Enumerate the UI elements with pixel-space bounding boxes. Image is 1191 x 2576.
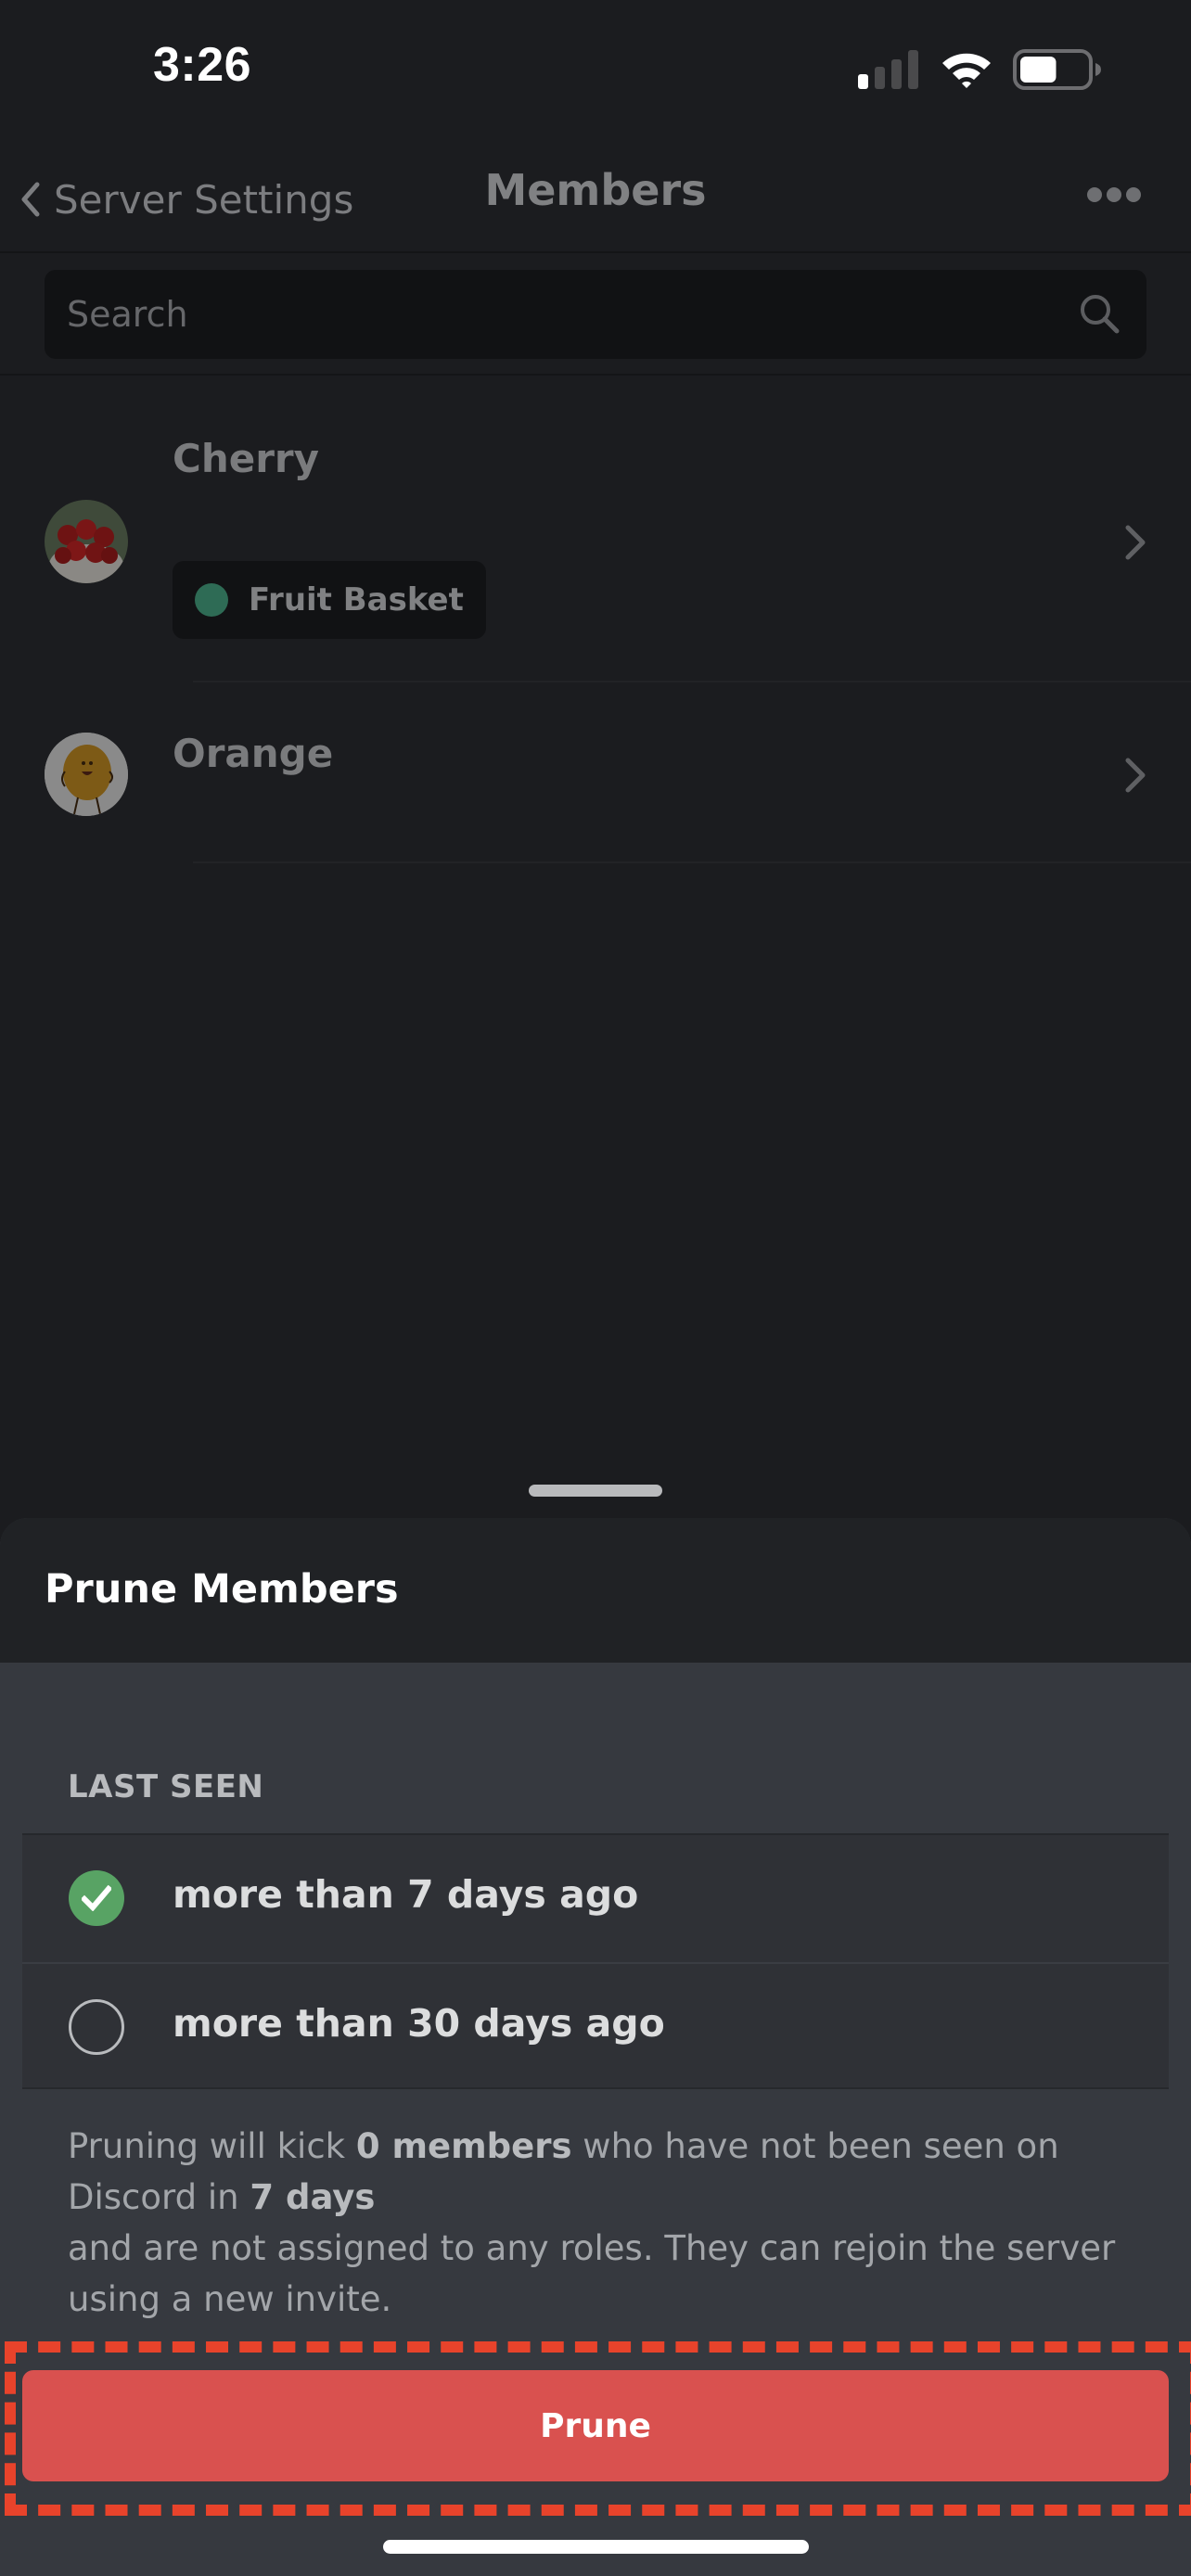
page-title: Members (484, 165, 707, 215)
orange-avatar (45, 733, 128, 816)
search-section (0, 253, 1191, 376)
member-name: Orange (173, 731, 334, 776)
sheet-title: Prune Members (45, 1566, 399, 1613)
member-count: 0 members (355, 2126, 572, 2166)
chevron-right-icon (1125, 525, 1146, 560)
checkmark-icon (82, 1885, 111, 1911)
sheet-header: Prune Members (0, 1518, 1191, 1663)
prune-button[interactable]: Prune (22, 2370, 1169, 2481)
option-30-days[interactable]: more than 30 days ago (22, 1962, 1169, 2089)
signal-icon (858, 50, 918, 89)
search-input[interactable] (67, 270, 1069, 359)
member-row[interactable]: Cherry Fruit Basket (0, 376, 1191, 682)
chevron-right-icon (1125, 758, 1146, 793)
option-label: more than 30 days ago (173, 2001, 665, 2046)
description-text: and are not assigned to any roles. They … (68, 2228, 1116, 2319)
more-horizontal-icon (1087, 187, 1141, 202)
days-count: 7 days (250, 2177, 376, 2217)
sheet-grabber[interactable] (529, 1485, 662, 1497)
prune-description: Pruning will kick 0 members who have not… (68, 2121, 1144, 2325)
row-divider (193, 861, 1191, 863)
role-color-dot (195, 583, 228, 617)
member-name: Cherry (173, 436, 320, 481)
screen: 3:26 Server Settings Members Search Cher… (0, 0, 1191, 2576)
search-box (45, 270, 1146, 359)
role-name: Fruit Basket (249, 581, 464, 618)
description-text: Pruning will kick (68, 2126, 356, 2166)
cherry-avatar (45, 500, 128, 583)
member-row[interactable]: Orange (0, 682, 1191, 868)
option-label: more than 7 days ago (173, 1872, 639, 1917)
home-indicator (383, 2540, 809, 2554)
wifi-icon (942, 53, 991, 88)
more-button[interactable] (1085, 181, 1145, 209)
status-bar: 3:26 (0, 0, 1191, 139)
radio-checked[interactable] (69, 1870, 124, 1926)
section-label-last-seen: LAST SEEN (68, 1768, 264, 1805)
prune-members-sheet: Prune Members LAST SEEN more than 7 days… (0, 1518, 1191, 2576)
last-seen-options: more than 7 days ago more than 30 days a… (22, 1833, 1169, 2089)
battery-icon (1013, 49, 1101, 90)
role-badge: Fruit Basket (173, 561, 486, 639)
search-icon[interactable] (1078, 292, 1122, 337)
option-7-days[interactable]: more than 7 days ago (22, 1835, 1169, 1962)
nav-header: Server Settings Members (0, 139, 1191, 252)
radio-unchecked[interactable] (69, 1999, 124, 2055)
status-time: 3:26 (153, 38, 252, 92)
